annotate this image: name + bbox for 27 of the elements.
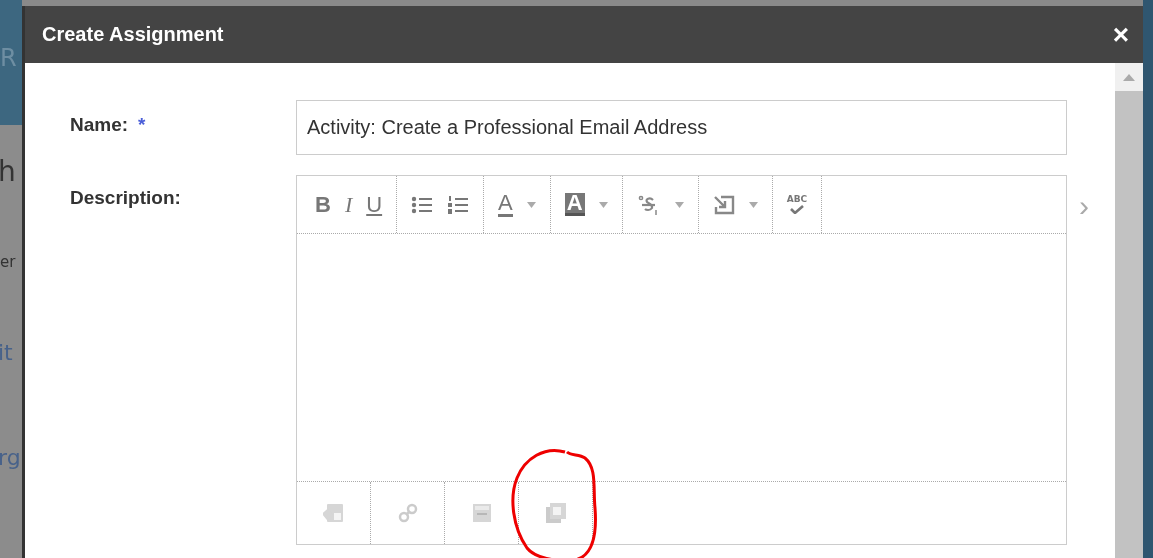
highlight-color-button[interactable]: A (564, 193, 585, 216)
dialog-title: Create Assignment (42, 23, 224, 46)
required-mark: * (138, 114, 146, 135)
bold-button[interactable]: B (315, 191, 331, 218)
background-text: rg (0, 445, 21, 470)
caret-icon[interactable] (526, 201, 536, 208)
font-color-button[interactable]: A (498, 192, 513, 217)
spellcheck-button[interactable]: ABC (786, 195, 808, 214)
caret-icon[interactable] (674, 201, 684, 208)
insert-icon[interactable] (712, 194, 735, 215)
check-icon (789, 205, 804, 214)
underline-button[interactable]: U (366, 191, 383, 218)
italic-button[interactable]: I (344, 191, 353, 218)
close-button[interactable]: × (1112, 20, 1129, 49)
bulleted-list-icon[interactable] (411, 194, 434, 215)
rich-text-editor[interactable]: B I U A A ABC (296, 175, 1067, 545)
scrollbar[interactable] (1115, 63, 1143, 558)
background-text: er (0, 253, 16, 271)
scroll-up-arrow-icon[interactable] (1123, 73, 1135, 81)
field-label: Name: (70, 114, 129, 135)
background-text: h (0, 155, 16, 188)
field-label: Description: (70, 187, 181, 208)
caret-icon[interactable] (598, 201, 608, 208)
background-text: it (0, 340, 13, 365)
name-field[interactable]: Activity: Create a Professional Email Address (296, 100, 1067, 155)
numbered-list-icon[interactable] (447, 194, 470, 215)
caret-icon[interactable] (748, 201, 758, 208)
